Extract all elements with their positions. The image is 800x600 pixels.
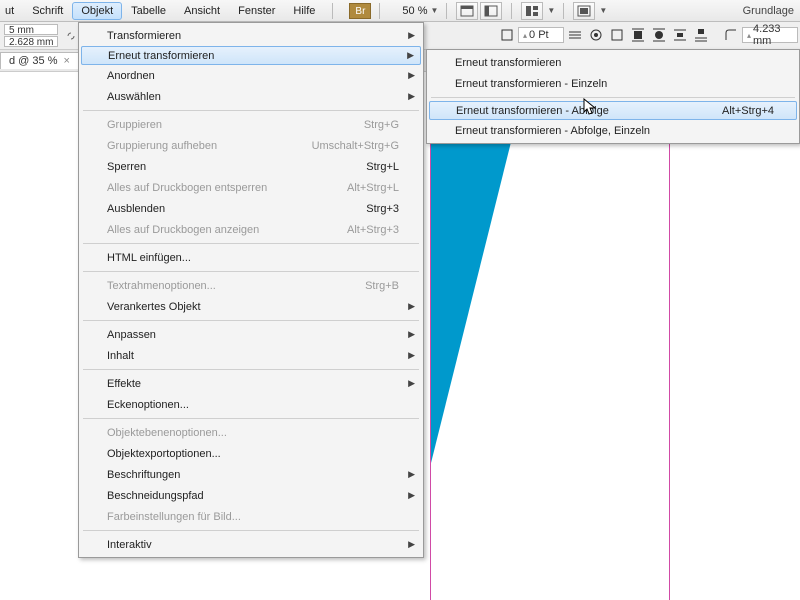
menu-item[interactable]: AusblendenStrg+3 bbox=[81, 198, 421, 219]
menu-item: GruppierenStrg+G bbox=[81, 114, 421, 135]
menu-item[interactable]: Erneut transformieren - AbfolgeAlt+Strg+… bbox=[429, 101, 797, 120]
menu-item[interactable]: Eckenoptionen... bbox=[81, 394, 421, 415]
menu-item[interactable]: Erneut transformieren▶ bbox=[81, 46, 421, 65]
chevron-right-icon: ▶ bbox=[408, 70, 415, 81]
menu-item[interactable]: Anordnen▶ bbox=[81, 65, 421, 86]
stroke-icon[interactable] bbox=[497, 25, 517, 45]
menu-fenster[interactable]: Fenster bbox=[229, 2, 284, 20]
separator bbox=[332, 3, 333, 19]
workspace-label[interactable]: Grundlage bbox=[743, 5, 800, 17]
view-mode-button-1[interactable] bbox=[456, 2, 478, 20]
zoom-level[interactable]: 50 % bbox=[402, 5, 427, 17]
x-field[interactable]: 5 mm bbox=[4, 24, 58, 35]
wrap-shape-icon[interactable] bbox=[649, 25, 669, 45]
wrap-none-icon[interactable] bbox=[607, 25, 627, 45]
close-icon[interactable]: × bbox=[63, 55, 69, 67]
position-fields: 5 mm 2.628 mm bbox=[4, 24, 58, 47]
chevron-right-icon: ▶ bbox=[408, 490, 415, 501]
corner-icon[interactable] bbox=[721, 25, 741, 45]
wrap-jump-icon[interactable] bbox=[670, 25, 690, 45]
chevron-right-icon: ▶ bbox=[408, 301, 415, 312]
menu-item: Alles auf Druckbogen entsperrenAlt+Strg+… bbox=[81, 177, 421, 198]
stroke-style-icon[interactable] bbox=[565, 25, 585, 45]
effects-icon[interactable] bbox=[586, 25, 606, 45]
menu-item[interactable]: Interaktiv▶ bbox=[81, 534, 421, 555]
separator bbox=[511, 3, 512, 19]
chevron-right-icon: ▶ bbox=[407, 50, 414, 61]
menu-item[interactable]: Objektexportoptionen... bbox=[81, 443, 421, 464]
menu-item[interactable]: Transformieren▶ bbox=[81, 25, 421, 46]
control-bar-right: ▴0 Pt ▴4.233 mm bbox=[497, 25, 798, 45]
chevron-right-icon: ▶ bbox=[408, 329, 415, 340]
corner-field[interactable]: ▴4.233 mm bbox=[742, 27, 798, 43]
separator bbox=[563, 3, 564, 19]
chevron-down-icon[interactable]: ▼ bbox=[431, 6, 439, 15]
menu-item[interactable]: Effekte▶ bbox=[81, 373, 421, 394]
chevron-right-icon: ▶ bbox=[408, 378, 415, 389]
chevron-right-icon: ▶ bbox=[408, 30, 415, 41]
menu-item: Textrahmenoptionen...Strg+B bbox=[81, 275, 421, 296]
menu-item[interactable]: Erneut transformieren bbox=[429, 52, 797, 73]
menu-tabelle[interactable]: Tabelle bbox=[122, 2, 175, 20]
chevron-right-icon: ▶ bbox=[408, 469, 415, 480]
menubar: ut Schrift Objekt Tabelle Ansicht Fenste… bbox=[0, 0, 800, 22]
chevron-down-icon[interactable]: ▼ bbox=[547, 6, 555, 15]
menu-item[interactable]: HTML einfügen... bbox=[81, 247, 421, 268]
erneut-transformieren-submenu: Erneut transformierenErneut transformier… bbox=[426, 49, 800, 144]
menu-item: Alles auf Druckbogen anzeigenAlt+Strg+3 bbox=[81, 219, 421, 240]
screen-mode-button[interactable] bbox=[573, 2, 595, 20]
selection-handle[interactable] bbox=[467, 427, 472, 432]
selected-shape[interactable] bbox=[430, 72, 670, 600]
chevron-right-icon: ▶ bbox=[408, 91, 415, 102]
menu-hilfe[interactable]: Hilfe bbox=[284, 2, 324, 20]
separator bbox=[379, 3, 380, 19]
menu-ansicht[interactable]: Ansicht bbox=[175, 2, 229, 20]
menu-objekt[interactable]: Objekt bbox=[72, 2, 122, 20]
y-field[interactable]: 2.628 mm bbox=[4, 36, 58, 47]
menu-layout[interactable]: ut bbox=[2, 2, 23, 20]
menu-item[interactable]: Erneut transformieren - Einzeln bbox=[429, 73, 797, 94]
menu-item[interactable]: Anpassen▶ bbox=[81, 324, 421, 345]
arrange-button[interactable] bbox=[521, 2, 543, 20]
objekt-menu: Transformieren▶Erneut transformieren▶Ano… bbox=[78, 22, 424, 558]
menu-item: Gruppierung aufhebenUmschalt+Strg+G bbox=[81, 135, 421, 156]
wrap-column-icon[interactable] bbox=[691, 25, 711, 45]
menu-item[interactable]: Inhalt▶ bbox=[81, 345, 421, 366]
menu-item: Farbeinstellungen für Bild... bbox=[81, 506, 421, 527]
wrap-bounding-icon[interactable] bbox=[628, 25, 648, 45]
stroke-weight-field[interactable]: ▴0 Pt bbox=[518, 27, 564, 43]
menu-item[interactable]: SperrenStrg+L bbox=[81, 156, 421, 177]
separator bbox=[446, 3, 447, 19]
chevron-right-icon: ▶ bbox=[408, 350, 415, 361]
chevron-down-icon[interactable]: ▼ bbox=[599, 6, 607, 15]
document-tab-label: d @ 35 % bbox=[9, 55, 57, 67]
menu-item[interactable]: Beschneidungspfad▶ bbox=[81, 485, 421, 506]
bridge-icon[interactable]: Br bbox=[349, 3, 371, 19]
menu-item[interactable]: Verankertes Objekt▶ bbox=[81, 296, 421, 317]
view-mode-button-2[interactable] bbox=[480, 2, 502, 20]
chevron-right-icon: ▶ bbox=[408, 539, 415, 550]
menu-schrift[interactable]: Schrift bbox=[23, 2, 72, 20]
menu-item[interactable]: Erneut transformieren - Abfolge, Einzeln bbox=[429, 120, 797, 141]
menu-item: Objektebenenoptionen... bbox=[81, 422, 421, 443]
menu-item[interactable]: Auswählen▶ bbox=[81, 86, 421, 107]
menu-item[interactable]: Beschriftungen▶ bbox=[81, 464, 421, 485]
document-tab[interactable]: d @ 35 % × bbox=[0, 52, 79, 69]
